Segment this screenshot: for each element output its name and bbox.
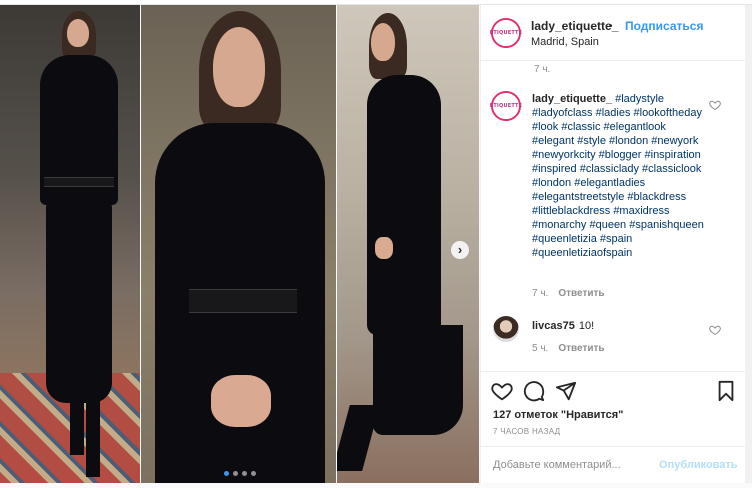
share-icon[interactable]: [555, 380, 577, 402]
post-location[interactable]: Madrid, Spain: [531, 36, 599, 48]
dress-skirt: [373, 325, 463, 435]
face: [67, 19, 89, 47]
caption-meta: 7 ч. Ответить: [532, 288, 605, 299]
caption-avatar[interactable]: ÉTIQUETTE: [489, 91, 523, 121]
comment-time: 7 ч.: [534, 64, 551, 75]
photo-panel-center: [141, 5, 336, 483]
boot-left: [70, 395, 84, 455]
face: [371, 23, 395, 61]
hand: [375, 237, 393, 259]
author-username[interactable]: lady_etiquette_: [531, 19, 618, 33]
carousel-dot: [224, 471, 229, 476]
comment-text: livcas75 10!: [532, 320, 594, 332]
dress-skirt: [46, 203, 112, 403]
heart-icon[interactable]: [491, 380, 513, 402]
comments-list[interactable]: 7 ч. ÉTIQUETTE lady_etiquette_ #ladystyle…: [481, 62, 745, 371]
comment-input[interactable]: [493, 457, 653, 473]
hands: [211, 375, 271, 427]
avatar-logo: ÉTIQUETTE: [489, 30, 523, 36]
comment-body: 10!: [578, 320, 595, 332]
author-avatar[interactable]: ÉTIQUETTE: [489, 18, 523, 48]
reply-button[interactable]: Ответить: [558, 343, 604, 354]
commenter-username[interactable]: livcas75: [532, 320, 575, 332]
comment-time: 5 ч.: [532, 343, 549, 354]
add-comment-bar: Опубликовать: [481, 446, 745, 483]
post-caption: lady_etiquette_ #ladystyle #ladyofclass #…: [532, 92, 708, 260]
face: [213, 27, 265, 107]
post-actions: 127 отметок "Нравится" 7 ЧАСОВ НАЗАД: [481, 371, 745, 453]
carousel-dot: [233, 471, 238, 476]
boot-left: [337, 405, 380, 471]
follow-button[interactable]: Подписаться: [625, 19, 703, 33]
commenter-avatar[interactable]: [493, 316, 519, 342]
comment-icon[interactable]: [523, 380, 545, 402]
bottom-strip: [0, 483, 752, 488]
separator-dot: •: [609, 21, 613, 32]
belt: [44, 177, 114, 187]
carousel-next-button[interactable]: ›: [451, 241, 469, 259]
page-scrollbar[interactable]: [745, 5, 752, 483]
post-header: ÉTIQUETTE lady_etiquette_ • Подписаться …: [481, 5, 745, 61]
likes-count[interactable]: 127 отметок "Нравится": [493, 409, 623, 421]
carousel-dot: [242, 471, 247, 476]
comment-meta: 5 ч. Ответить: [532, 343, 605, 354]
like-comment-icon[interactable]: [709, 99, 721, 111]
reply-button[interactable]: Ответить: [558, 288, 604, 299]
carousel-dots: [224, 471, 256, 476]
belt: [189, 289, 297, 313]
post-media[interactable]: ›: [0, 5, 479, 483]
post-sidebar: ÉTIQUETTE lady_etiquette_ • Подписаться …: [480, 5, 745, 483]
caption-time: 7 ч.: [532, 288, 549, 299]
caption-username[interactable]: lady_etiquette_: [532, 93, 612, 105]
like-comment-icon[interactable]: [709, 324, 721, 336]
carousel-dot: [251, 471, 256, 476]
caption-hashtags[interactable]: #ladystyle #ladyofclass #ladies #lookoft…: [532, 93, 704, 259]
post-timestamp[interactable]: 7 ЧАСОВ НАЗАД: [493, 427, 560, 436]
dress-torso: [367, 75, 441, 335]
avatar-logo: ÉTIQUETTE: [489, 103, 523, 109]
bookmark-icon[interactable]: [715, 380, 737, 402]
photo-panel-left: [0, 5, 140, 483]
publish-button[interactable]: Опубликовать: [659, 459, 738, 471]
boot-right: [86, 397, 100, 477]
